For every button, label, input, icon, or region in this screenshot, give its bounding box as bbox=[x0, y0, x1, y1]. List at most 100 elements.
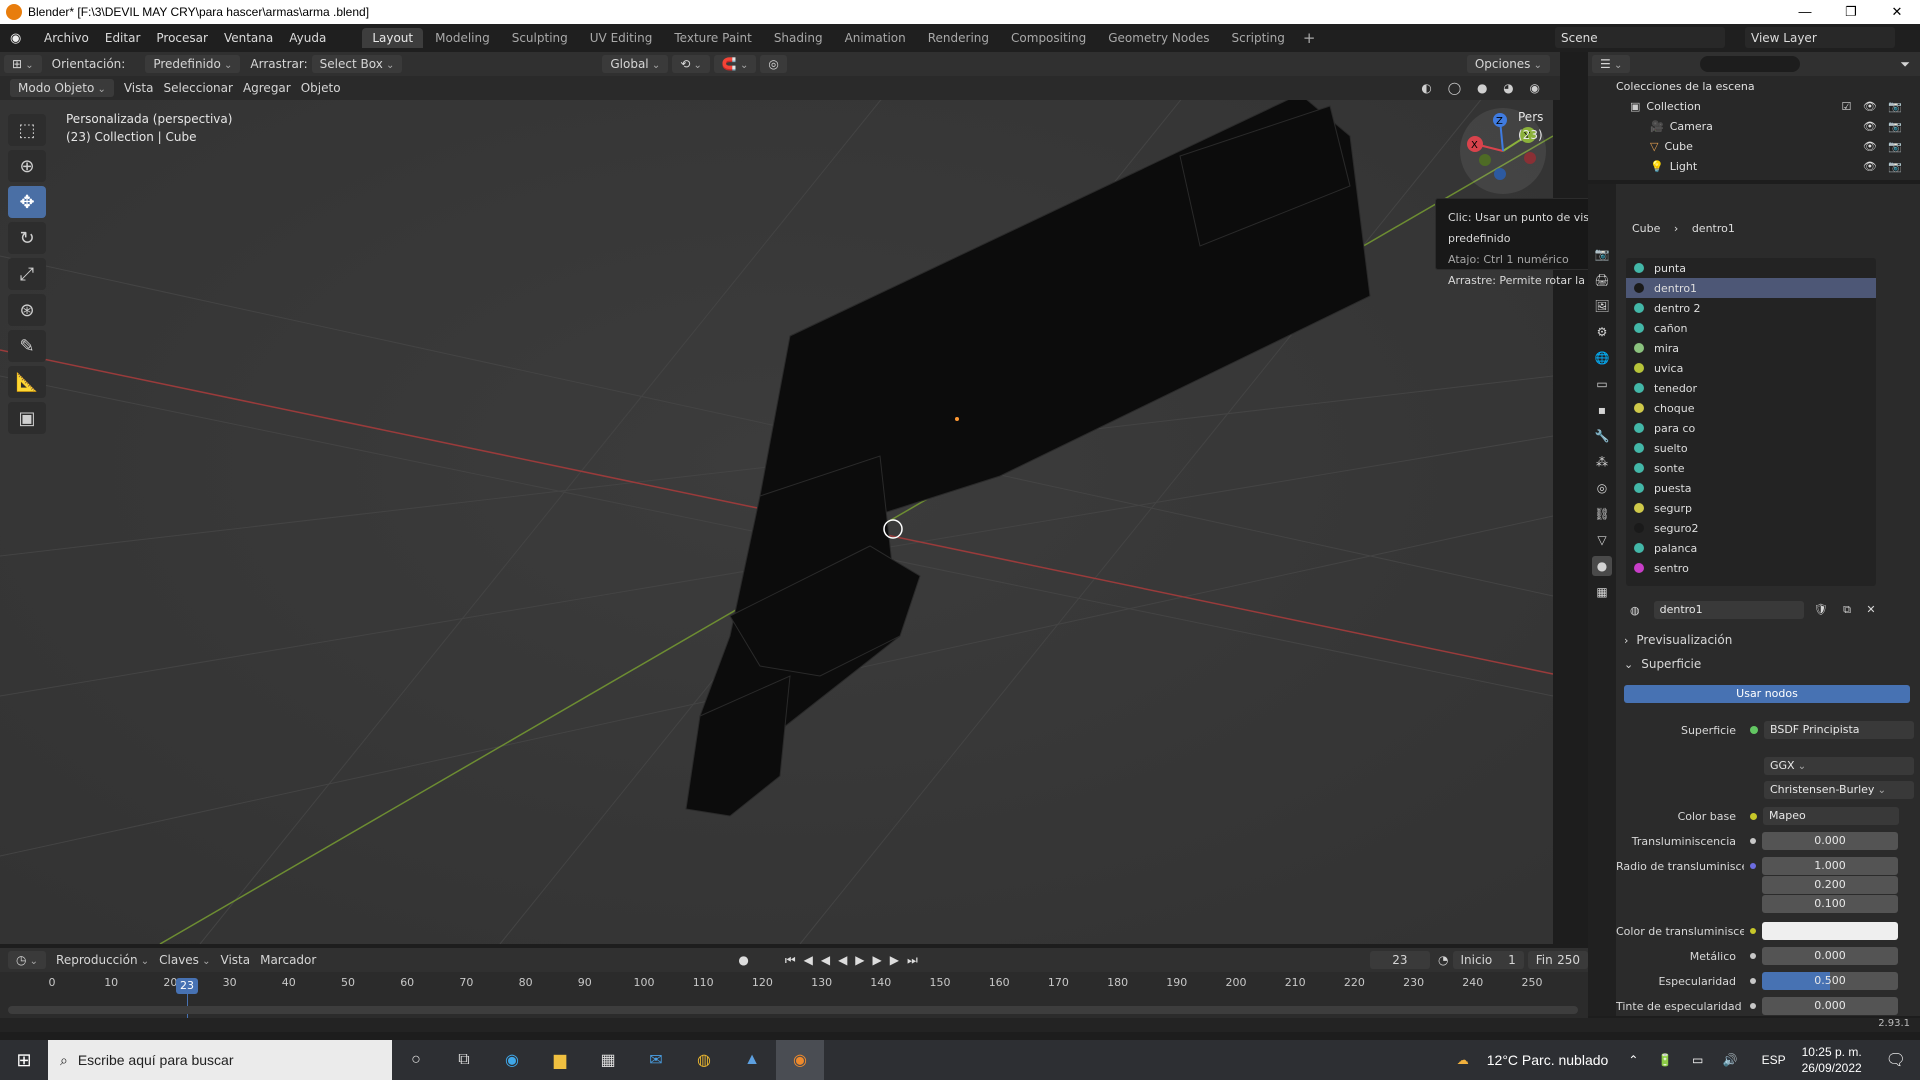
close-button[interactable]: ✕ bbox=[1874, 0, 1920, 24]
material-slot-item[interactable]: cañon bbox=[1626, 318, 1876, 338]
clock-icon[interactable]: ◔ bbox=[1438, 953, 1448, 967]
modifier-tab-icon[interactable]: 🔧 bbox=[1592, 426, 1612, 446]
edge-browser-icon[interactable]: ◉ bbox=[488, 1040, 536, 1080]
subsurface-radius-x-field[interactable]: 1.000 bbox=[1762, 857, 1898, 875]
tab-compositing[interactable]: Compositing bbox=[1001, 28, 1096, 48]
tab-modeling[interactable]: Modeling bbox=[425, 28, 500, 48]
specular-slider[interactable]: 0.500 bbox=[1762, 972, 1898, 990]
metallic-field[interactable]: 0.000 bbox=[1762, 947, 1898, 965]
light-visibility-icon[interactable]: 👁 📷 bbox=[1863, 160, 1906, 173]
menu-marcador[interactable]: Marcador bbox=[260, 953, 316, 967]
material-slot-item[interactable]: mira bbox=[1626, 338, 1876, 358]
menu-procesar[interactable]: Procesar bbox=[148, 31, 216, 45]
tab-rendering[interactable]: Rendering bbox=[918, 28, 999, 48]
blender-taskbar-icon[interactable]: ◉ bbox=[776, 1040, 824, 1080]
base-color-field[interactable]: Mapeo bbox=[1763, 807, 1899, 825]
material-slot-item[interactable]: segurp bbox=[1626, 498, 1876, 518]
visibility-icon[interactable]: ☑ 👁 📷 bbox=[1841, 100, 1906, 113]
menu-agregar[interactable]: Agregar bbox=[243, 81, 291, 95]
scene-tab-icon[interactable]: ⚙ bbox=[1592, 322, 1612, 342]
notifications-icon[interactable]: 🗨 bbox=[1886, 1050, 1906, 1070]
material-actions-icon[interactable]: 🛡 ⧉ ✕ bbox=[1814, 603, 1882, 617]
tab-layout[interactable]: Layout bbox=[362, 28, 424, 48]
blender-menu-icon[interactable]: ◉ bbox=[10, 31, 28, 46]
camera-visibility-icon[interactable]: 👁 📷 bbox=[1863, 120, 1906, 133]
use-nodes-button[interactable]: Usar nodos bbox=[1624, 685, 1910, 703]
tab-uv-editing[interactable]: UV Editing bbox=[580, 28, 663, 48]
store-icon[interactable]: ▦ bbox=[584, 1040, 632, 1080]
end-frame-field[interactable]: Fin 250 bbox=[1527, 951, 1588, 969]
constraints-tab-icon[interactable]: ⛓ bbox=[1592, 504, 1612, 524]
add-workspace-icon[interactable]: + bbox=[1295, 29, 1324, 47]
subsurface-method-dropdown[interactable]: Christensen-Burley bbox=[1764, 781, 1914, 799]
transform-orientation-dropdown[interactable]: Global bbox=[602, 55, 669, 73]
preview-section[interactable]: › Previsualización bbox=[1616, 630, 1920, 650]
world-tab-icon[interactable]: 🌐 bbox=[1592, 348, 1612, 368]
tab-texture-paint[interactable]: Texture Paint bbox=[664, 28, 761, 48]
material-slot-item[interactable]: sentro bbox=[1626, 558, 1876, 578]
texture-tab-icon[interactable]: ▦ bbox=[1592, 582, 1612, 602]
windows-start-icon[interactable]: ⊞ bbox=[0, 1040, 48, 1080]
menu-reproduccion[interactable]: Reproducción bbox=[56, 953, 149, 967]
rotate-icon[interactable]: ↻ bbox=[8, 222, 46, 254]
pivot-icon[interactable]: ⟲ bbox=[672, 55, 710, 73]
scale-icon[interactable]: ⤢ bbox=[8, 258, 46, 290]
view-layer-tab-icon[interactable]: 🖼 bbox=[1592, 296, 1612, 316]
collection-row[interactable]: ▣ Collection ☑ 👁 📷 bbox=[1588, 96, 1920, 116]
playback-controls-icon[interactable]: ⏮◀◀◀▶▶▶⏭ bbox=[785, 953, 926, 968]
subsurface-radius-z-field[interactable]: 0.100 bbox=[1762, 895, 1898, 913]
material-slot-item[interactable]: tenedor bbox=[1626, 378, 1876, 398]
add-cube-icon[interactable]: ▣ bbox=[8, 402, 46, 434]
view-layer-selector[interactable]: View Layer bbox=[1745, 27, 1895, 48]
material-slot-item[interactable]: sonte bbox=[1626, 458, 1876, 478]
object-tab-icon[interactable]: ▪ bbox=[1592, 400, 1612, 420]
material-slot-list[interactable]: punta dentro1 dentro 2 cañon mira uvica tenedo… bbox=[1626, 258, 1876, 586]
move-icon[interactable]: ✥ bbox=[8, 186, 46, 218]
proportional-edit-icon[interactable]: ◎ bbox=[760, 55, 787, 73]
menu-editar[interactable]: Editar bbox=[97, 31, 149, 45]
minimize-button[interactable]: — bbox=[1782, 0, 1828, 24]
physics-tab-icon[interactable]: ◎ bbox=[1592, 478, 1612, 498]
outliner-item-cube[interactable]: ▽ Cube 👁 📷 bbox=[1588, 136, 1920, 156]
tab-animation[interactable]: Animation bbox=[835, 28, 916, 48]
drag-dropdown[interactable]: Select Box bbox=[311, 55, 403, 73]
tab-shading[interactable]: Shading bbox=[764, 28, 833, 48]
material-slot-item[interactable]: para co bbox=[1626, 418, 1876, 438]
scene-selector[interactable]: Scene bbox=[1555, 27, 1725, 48]
surface-shader-field[interactable]: BSDF Principista bbox=[1764, 721, 1914, 739]
cube-visibility-icon[interactable]: 👁 📷 bbox=[1863, 140, 1906, 153]
file-explorer-icon[interactable]: ▆ bbox=[536, 1040, 584, 1080]
material-slot-item[interactable]: uvica bbox=[1626, 358, 1876, 378]
material-slot-item[interactable]: puesta bbox=[1626, 478, 1876, 498]
output-tab-icon[interactable]: 🖨 bbox=[1592, 270, 1612, 290]
tab-scripting[interactable]: Scripting bbox=[1221, 28, 1294, 48]
mode-dropdown[interactable]: Modo Objeto bbox=[10, 79, 114, 97]
material-slot-item[interactable]: punta bbox=[1626, 258, 1876, 278]
3d-viewport[interactable]: Personalizada (perspectiva) (23) Collect… bbox=[0, 76, 1553, 944]
timeline-ruler[interactable]: 0 10 20 30 40 50 60 70 80 90 100 110 120 130 140 150 160… bbox=[0, 974, 1588, 994]
menu-claves[interactable]: Claves bbox=[159, 953, 210, 967]
scene-collections-row[interactable]: Colecciones de la escena bbox=[1588, 76, 1920, 96]
menu-objeto[interactable]: Objeto bbox=[301, 81, 341, 95]
tab-sculpting[interactable]: Sculpting bbox=[502, 28, 578, 48]
material-slot-item[interactable]: seguro2 bbox=[1626, 518, 1876, 538]
annotate-icon[interactable]: ✎ bbox=[8, 330, 46, 362]
data-tab-icon[interactable]: ▽ bbox=[1592, 530, 1612, 550]
surface-section[interactable]: ⌄ Superficie bbox=[1616, 654, 1920, 674]
orientation-dropdown[interactable]: Predefinido bbox=[145, 55, 241, 73]
menu-timeline-vista[interactable]: Vista bbox=[221, 953, 251, 967]
shading-buttons-icon[interactable]: ◐ ◯ ● ◕ ◉ bbox=[1421, 81, 1546, 95]
material-name-field[interactable]: dentro1 bbox=[1653, 601, 1804, 619]
outliner-editor-icon[interactable]: ☰ bbox=[1592, 55, 1631, 73]
material-slot-item[interactable]: suelto bbox=[1626, 438, 1876, 458]
material-tab-icon[interactable]: ● bbox=[1592, 556, 1612, 576]
transform-icon[interactable]: ⊛ bbox=[8, 294, 46, 326]
photos-icon[interactable]: ▲ bbox=[728, 1040, 776, 1080]
mail-icon[interactable]: ✉ bbox=[632, 1040, 680, 1080]
material-slot-item[interactable]: choque bbox=[1626, 398, 1876, 418]
material-slot-item[interactable]: palanca bbox=[1626, 538, 1876, 558]
snap-icon[interactable]: 🧲 bbox=[713, 55, 757, 73]
outliner-search-input[interactable] bbox=[1700, 56, 1801, 72]
tray-icons[interactable]: ⌃ 🔋 ▭ 🔊 bbox=[1628, 1053, 1745, 1067]
options-dropdown[interactable]: Opciones bbox=[1466, 55, 1550, 73]
